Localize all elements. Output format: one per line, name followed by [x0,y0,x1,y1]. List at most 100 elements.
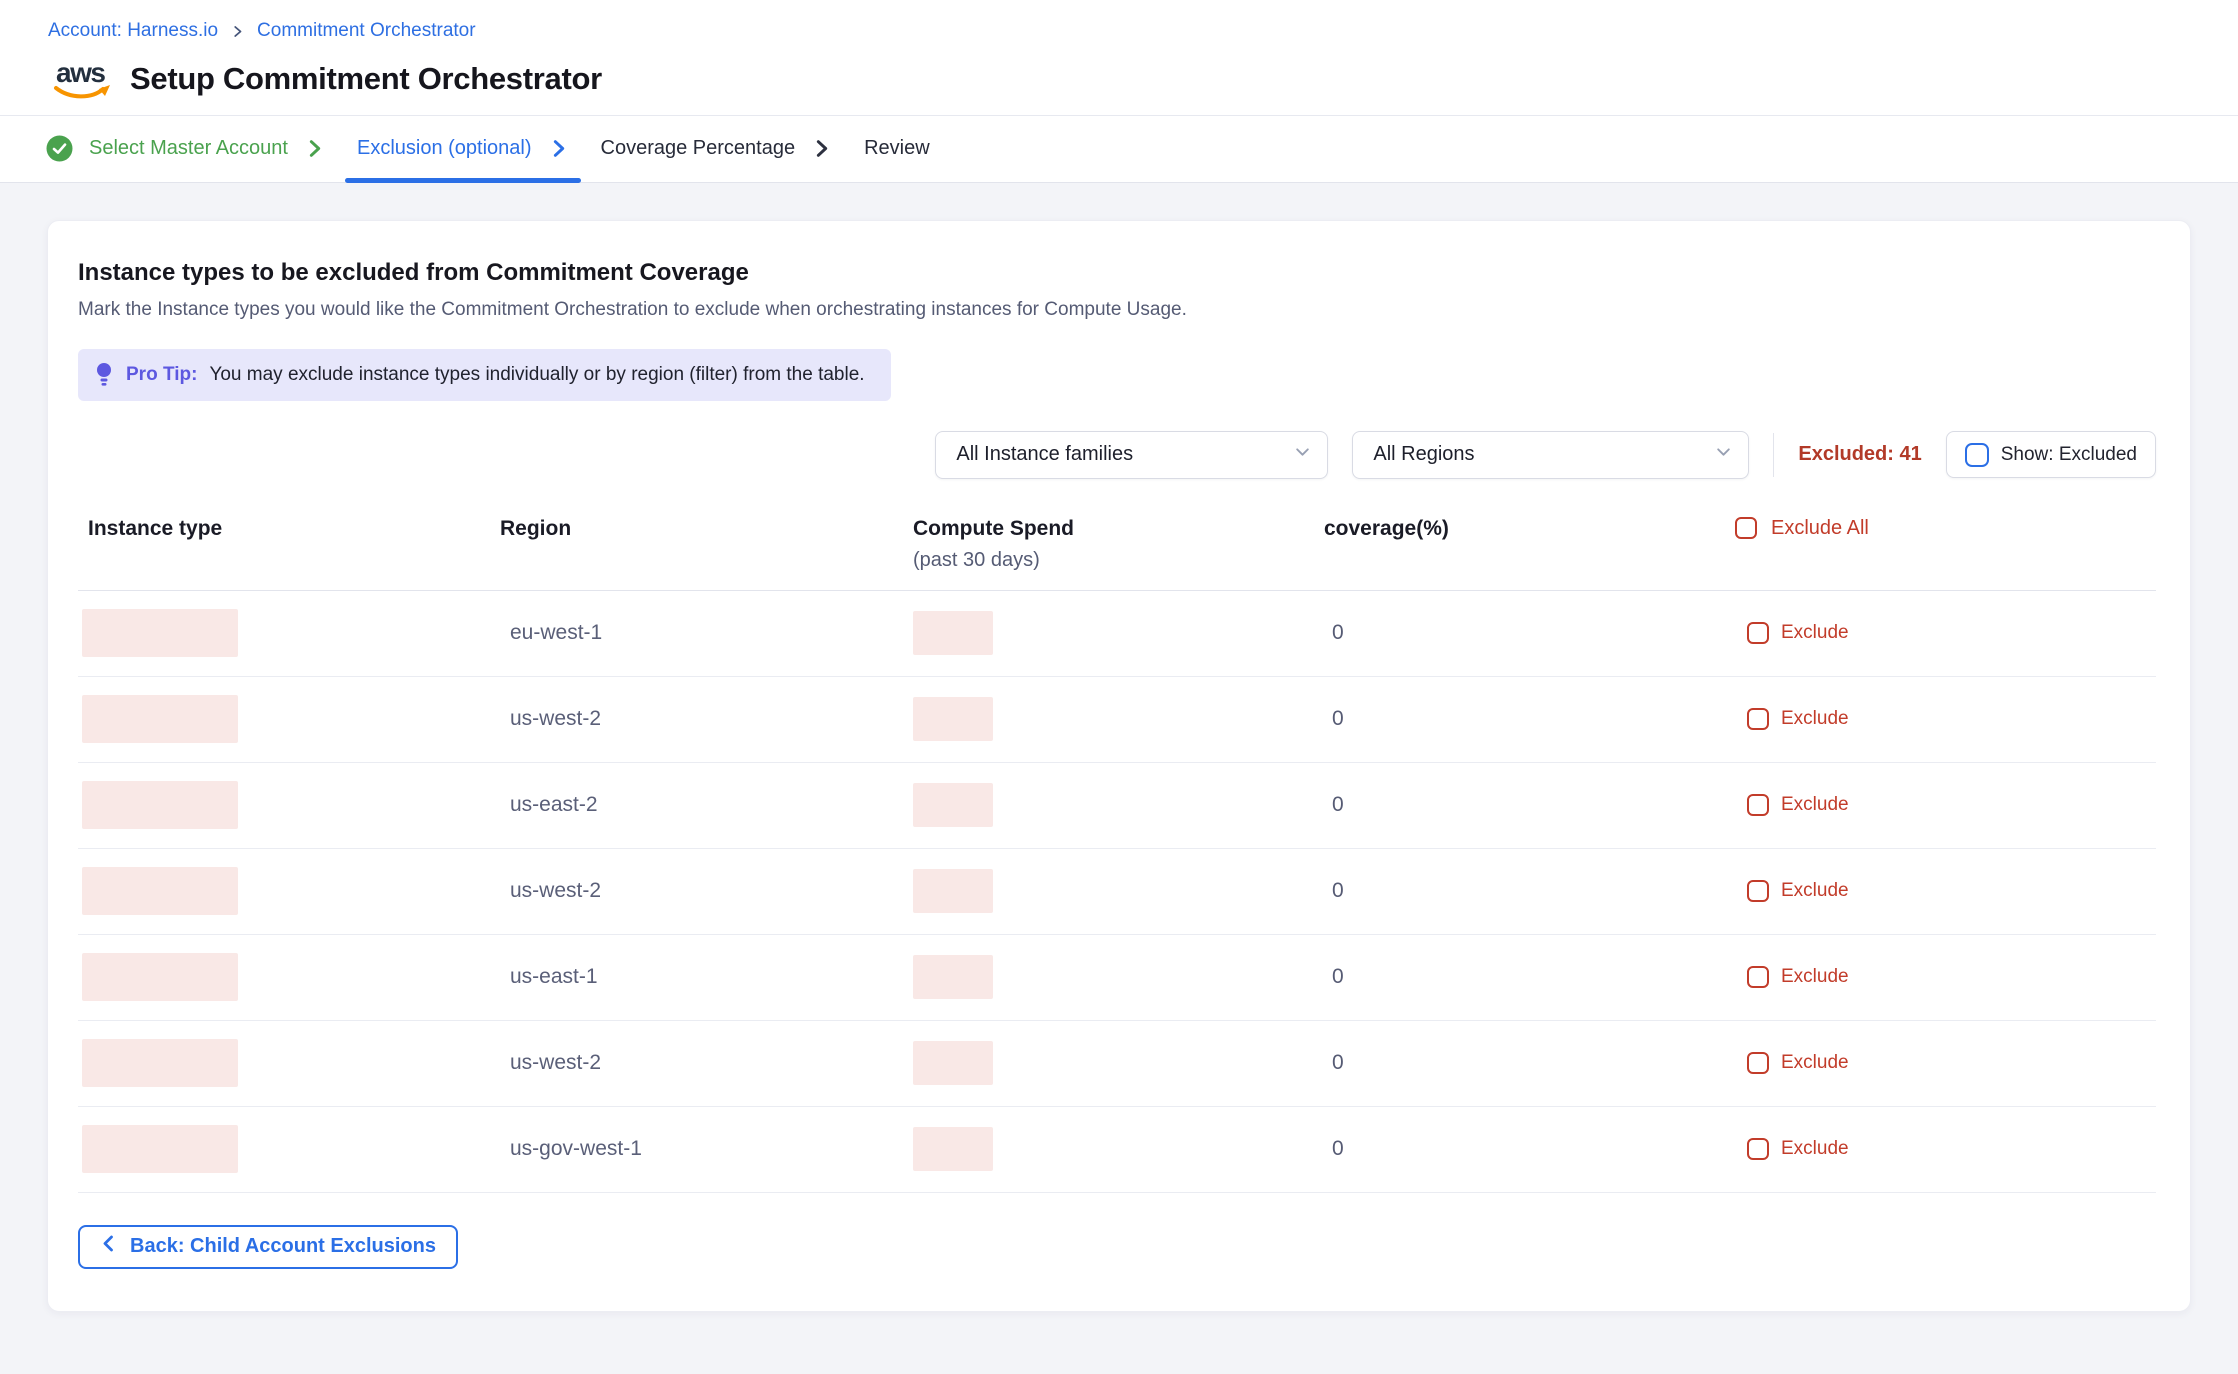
region-value: eu-west-1 [500,621,913,645]
region-value: us-west-2 [500,879,913,903]
aws-logo-text: aws [56,57,105,88]
compute-spend-redacted [913,783,993,827]
coverage-value: 0 [1324,621,1735,645]
regions-select[interactable]: All Regions [1352,431,1749,479]
exclude-label: Exclude [1781,622,1849,644]
instance-type-redacted [82,609,238,657]
page: Account: Harness.io Commitment Orchestra… [0,0,2238,1312]
compute-spend-redacted [913,697,993,741]
exclude-label: Exclude [1781,880,1849,902]
tab-review[interactable]: Review [848,116,946,182]
pro-tip-label: Pro Tip: [126,364,197,386]
coverage-value: 0 [1324,793,1735,817]
tab-label: Coverage Percentage [601,137,796,160]
chevron-down-icon [1294,443,1311,466]
coverage-value: 0 [1324,965,1735,989]
instance-type-redacted [82,953,238,1001]
exclude-checkbox[interactable] [1747,1138,1769,1160]
exclude-label: Exclude [1781,966,1849,988]
instance-type-redacted [82,781,238,829]
regions-value: All Regions [1373,443,1474,466]
exclude-checkbox[interactable] [1747,1052,1769,1074]
instance-families-value: All Instance families [956,443,1133,466]
filters-divider [1773,433,1774,477]
region-value: us-west-2 [500,707,913,731]
tab-label: Select Master Account [89,137,288,160]
exclusion-table: Instance type Region Compute Spend (past… [78,513,2156,1193]
filters-row: All Instance families All Regions Exclud… [78,431,2156,479]
region-value: us-east-2 [500,793,913,817]
compute-spend-redacted [913,1127,993,1171]
exclude-checkbox[interactable] [1747,622,1769,644]
exclude-all-label: Exclude All [1771,517,1869,540]
col-region: Region [500,517,913,541]
tab-select-master-account[interactable]: Select Master Account [30,116,341,182]
table-row: us-west-2 0 Exclude [78,1021,2156,1107]
breadcrumb: Account: Harness.io Commitment Orchestra… [48,20,2190,43]
pro-tip-text: You may exclude instance types individua… [209,364,864,386]
region-value: us-west-2 [500,1051,913,1075]
coverage-value: 0 [1324,879,1735,903]
page-body: Instance types to be excluded from Commi… [0,183,2238,1312]
col-compute-spend-subtitle: (past 30 days) [913,549,1324,572]
instance-type-redacted [82,1039,238,1087]
show-excluded-label: Show: Excluded [2001,444,2137,466]
chevron-right-icon [811,138,832,159]
chevron-left-icon [100,1234,118,1259]
back-button[interactable]: Back: Child Account Exclusions [78,1225,458,1269]
table-row: us-gov-west-1 0 Exclude [78,1107,2156,1193]
panel-title: Instance types to be excluded from Commi… [78,259,2156,287]
show-excluded-toggle[interactable]: Show: Excluded [1946,431,2156,478]
region-value: us-east-1 [500,965,913,989]
show-excluded-checkbox[interactable] [1965,443,1989,467]
col-instance-type: Instance type [78,517,500,541]
chevron-right-icon [304,138,325,159]
table-row: us-west-2 0 Exclude [78,849,2156,935]
exclude-checkbox[interactable] [1747,794,1769,816]
exclude-label: Exclude [1781,794,1849,816]
instance-type-redacted [82,867,238,915]
table-row: eu-west-1 0 Exclude [78,591,2156,677]
chevron-right-icon [548,138,569,159]
coverage-value: 0 [1324,1051,1735,1075]
breadcrumb-account-link[interactable]: Account: Harness.io [48,20,218,43]
page-title: Setup Commitment Orchestrator [130,61,602,97]
exclude-checkbox[interactable] [1747,966,1769,988]
table-header-row: Instance type Region Compute Spend (past… [78,513,2156,591]
instance-families-select[interactable]: All Instance families [935,431,1328,479]
instance-type-redacted [82,1125,238,1173]
coverage-value: 0 [1324,707,1735,731]
excluded-count-badge: Excluded: 41 [1798,443,1921,466]
table-row: us-west-2 0 Exclude [78,677,2156,763]
compute-spend-redacted [913,611,993,655]
tab-coverage-percentage[interactable]: Coverage Percentage [585,116,849,182]
table-row: us-east-1 0 Exclude [78,935,2156,1021]
coverage-value: 0 [1324,1137,1735,1161]
region-value: us-gov-west-1 [500,1137,913,1161]
col-compute-spend: Compute Spend (past 30 days) [913,517,1324,572]
tab-label: Review [864,137,930,160]
stepper-tabs: Select Master Account Exclusion (optiona… [0,115,2238,183]
exclude-checkbox[interactable] [1747,708,1769,730]
exclude-checkbox[interactable] [1747,880,1769,902]
breadcrumb-page-link[interactable]: Commitment Orchestrator [257,20,476,43]
check-circle-icon [46,135,73,162]
col-coverage: coverage(%) [1324,517,1735,541]
col-compute-spend-title: Compute Spend [913,517,1324,541]
instance-type-redacted [82,695,238,743]
chevron-down-icon [1715,443,1732,466]
compute-spend-redacted [913,955,993,999]
aws-logo-icon: aws [48,55,114,103]
compute-spend-redacted [913,869,993,913]
exclude-all-checkbox[interactable] [1735,517,1757,539]
exclude-label: Exclude [1781,1138,1849,1160]
lightbulb-icon [94,361,114,389]
breadcrumb-separator-icon [230,24,245,39]
tab-exclusion[interactable]: Exclusion (optional) [341,116,585,182]
tab-label: Exclusion (optional) [357,137,532,160]
exclusion-panel: Instance types to be excluded from Commi… [47,220,2191,1312]
back-button-label: Back: Child Account Exclusions [130,1235,436,1258]
panel-subtitle: Mark the Instance types you would like t… [78,299,2156,321]
col-exclude-all: Exclude All [1735,517,2156,540]
exclude-label: Exclude [1781,1052,1849,1074]
